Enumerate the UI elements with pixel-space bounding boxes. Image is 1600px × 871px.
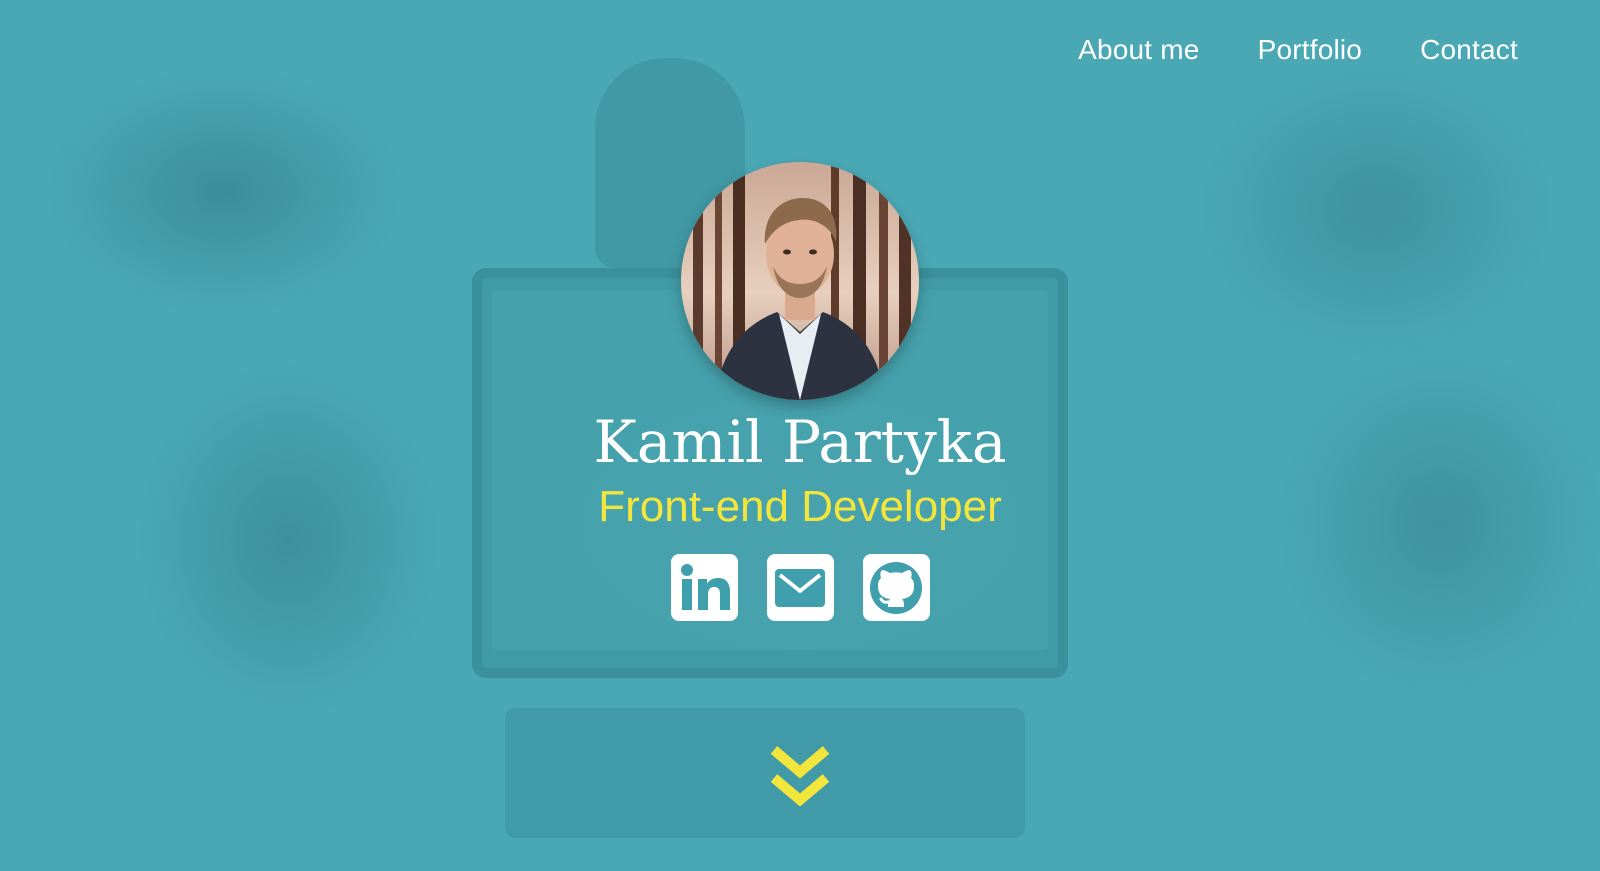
profile-role: Front-end Developer [598, 482, 1002, 531]
nav-about-me[interactable]: About me [1078, 34, 1199, 66]
linkedin-icon [681, 563, 730, 610]
linkedin-button[interactable] [670, 554, 738, 621]
mail-icon [775, 568, 825, 607]
email-button[interactable] [766, 554, 834, 621]
nav-contact[interactable]: Contact [1420, 34, 1518, 66]
nav-portfolio[interactable]: Portfolio [1258, 34, 1363, 66]
background-keyboard [505, 708, 1025, 838]
social-links [0, 554, 1600, 621]
top-navigation: About me Portfolio Contact [1078, 34, 1518, 66]
github-button[interactable] [862, 554, 930, 621]
scroll-down-button[interactable] [768, 744, 832, 810]
double-chevron-down-icon [770, 746, 830, 807]
profile-name: Kamil Partyka [593, 408, 1007, 476]
profile-avatar [681, 162, 919, 400]
github-icon [870, 561, 922, 614]
hero-section: About me Portfolio Contact Kamil Partyka… [0, 0, 1600, 871]
